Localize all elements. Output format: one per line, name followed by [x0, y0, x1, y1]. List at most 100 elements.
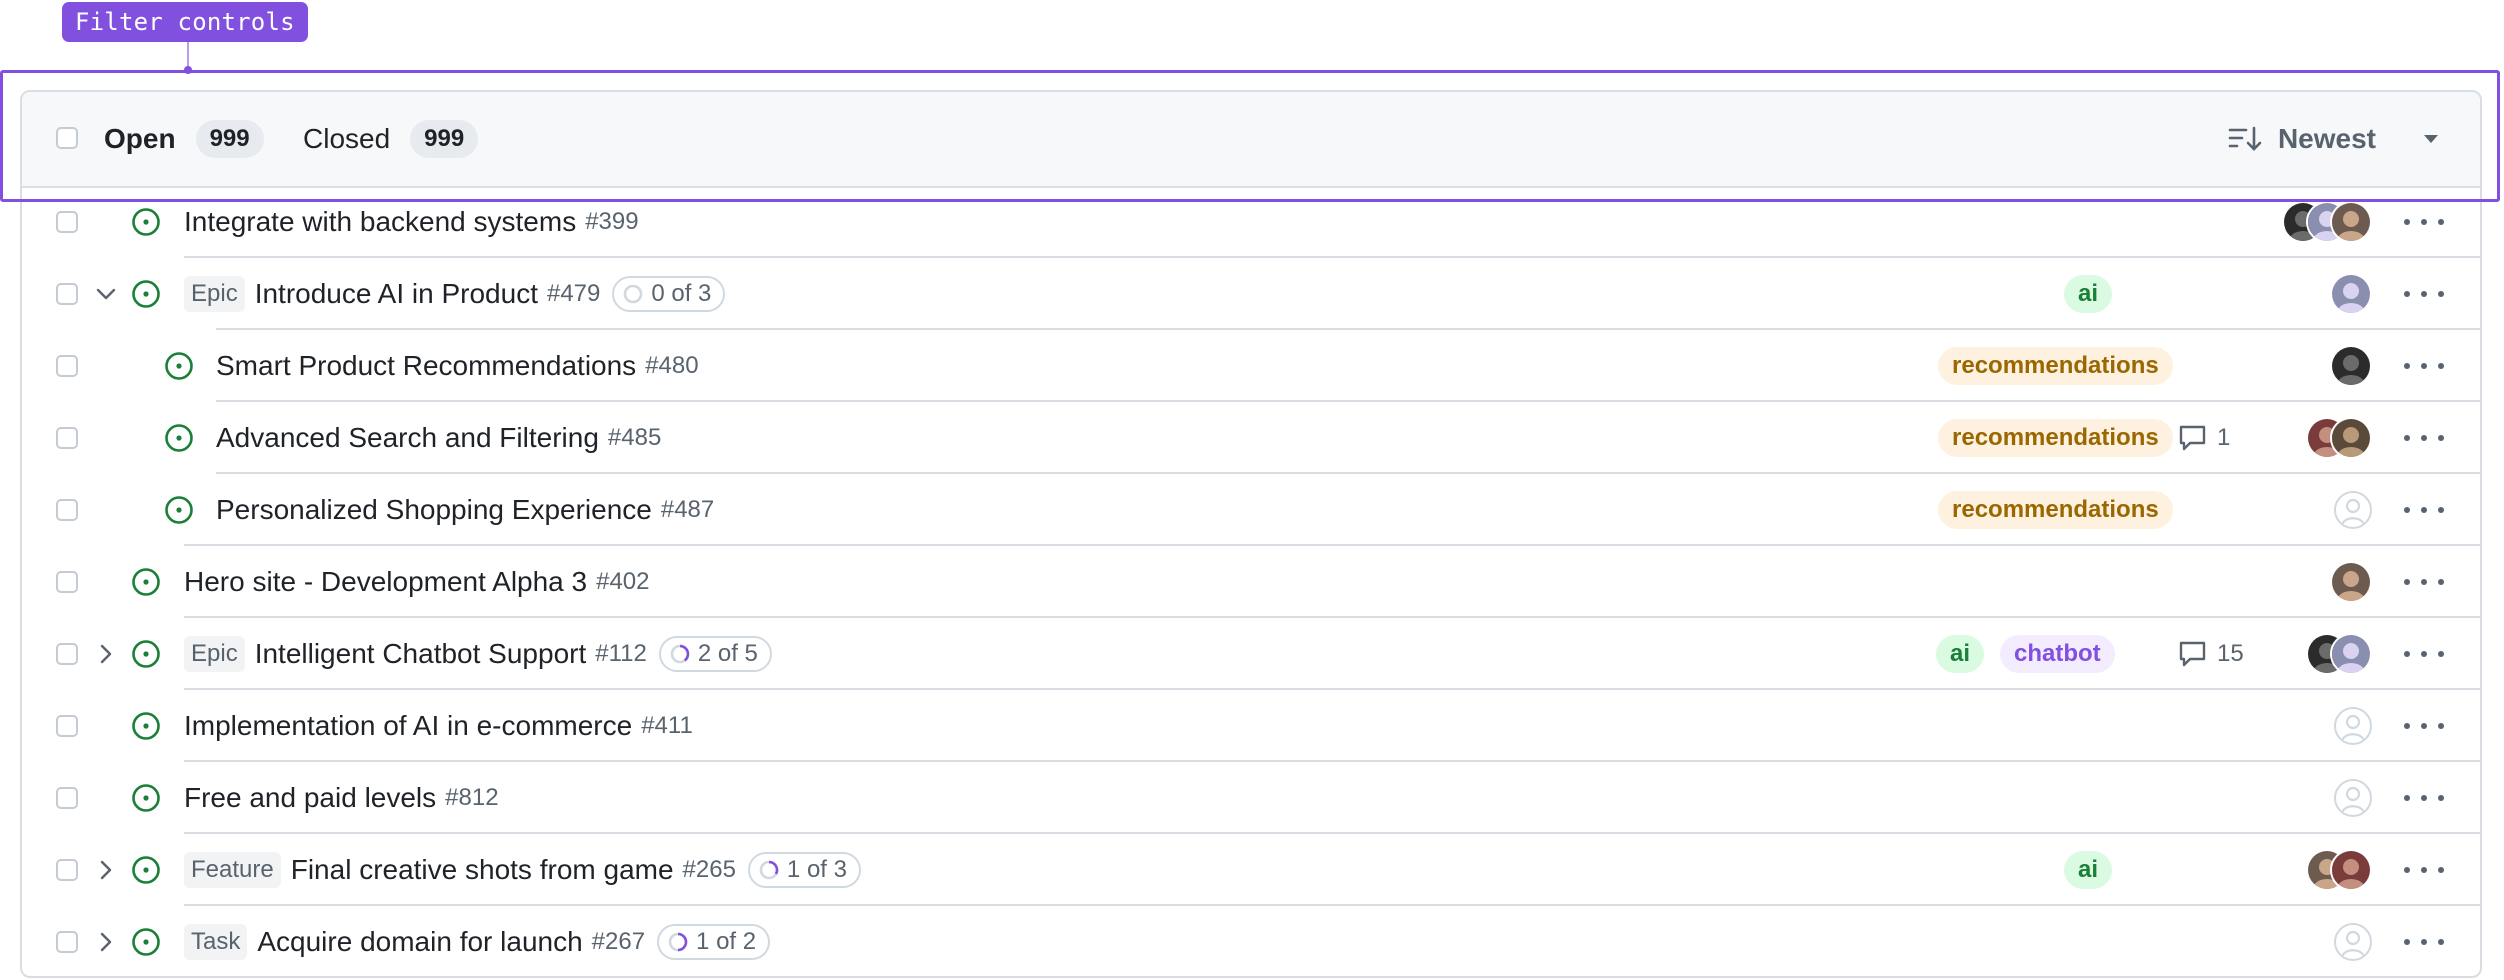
issue-title-link[interactable]: Introduce AI in Product: [255, 278, 538, 310]
chevron-down-icon[interactable]: [92, 280, 120, 308]
issue-open-icon: [132, 280, 160, 308]
issue-title-link[interactable]: Acquire domain for launch: [257, 926, 582, 958]
row-checkbox[interactable]: [56, 643, 78, 665]
closed-tab-label: Closed: [303, 123, 391, 154]
issue-row[interactable]: Advanced Search and Filtering #485 recomme…: [22, 402, 2480, 474]
assignees[interactable]: [2306, 849, 2372, 891]
row-checkbox[interactable]: [56, 499, 78, 521]
kebab-horizontal-icon[interactable]: [2404, 855, 2444, 885]
issue-title-group: Epic Intelligent Chatbot Support #112 2 of …: [184, 636, 772, 672]
sub-issue-progress[interactable]: 0 of 3: [612, 276, 726, 312]
issue-title-link[interactable]: Integrate with backend systems: [184, 206, 576, 238]
comment-icon: [2179, 425, 2206, 451]
assignees[interactable]: [2330, 561, 2372, 603]
issue-number: #411: [641, 712, 693, 739]
sort-dropdown[interactable]: Newest: [2228, 116, 2440, 162]
label-ai[interactable]: ai: [2064, 851, 2113, 889]
issue-row[interactable]: Task Acquire domain for launch #267 1 of 2: [22, 906, 2480, 976]
label-recommendations[interactable]: recommendations: [1938, 491, 2173, 529]
sub-issue-progress[interactable]: 1 of 3: [747, 852, 861, 888]
issue-number: #487: [660, 496, 715, 523]
issue-title-group: Free and paid levels #812: [184, 782, 499, 814]
assignees[interactable]: [2334, 491, 2372, 529]
kebab-horizontal-icon[interactable]: [2404, 711, 2444, 741]
issue-open-icon: [165, 352, 193, 380]
row-checkbox[interactable]: [56, 787, 78, 809]
row-checkbox[interactable]: [56, 715, 78, 737]
issue-open-icon: [132, 640, 160, 668]
caret-down-icon: [2424, 135, 2438, 143]
row-checkbox[interactable]: [56, 931, 78, 953]
issue-type-chip: Feature: [184, 852, 281, 888]
assignees[interactable]: [2330, 345, 2372, 387]
issue-open-icon: [132, 568, 160, 596]
assignees[interactable]: [2282, 201, 2372, 243]
kebab-horizontal-icon[interactable]: [2404, 207, 2444, 237]
row-checkbox[interactable]: [56, 859, 78, 881]
sub-issue-progress-text: 1 of 3: [786, 856, 847, 883]
sub-issue-progress[interactable]: 2 of 5: [658, 636, 772, 672]
sub-issue-progress-text: 2 of 5: [697, 640, 758, 667]
issue-row[interactable]: Implementation of AI in e-commerce #411: [22, 690, 2480, 762]
label-recommendations[interactable]: recommendations: [1938, 347, 2173, 385]
issue-title-group: Hero site - Development Alpha 3 #402: [184, 566, 650, 598]
assignees[interactable]: [2334, 779, 2372, 817]
assignees[interactable]: [2334, 707, 2372, 745]
open-issues-tab[interactable]: Open 999: [104, 116, 264, 162]
issue-title-group: Feature Final creative shots from game #26…: [184, 852, 861, 888]
issue-row[interactable]: Personalized Shopping Experience #487 reco…: [22, 474, 2480, 546]
issue-row[interactable]: Feature Final creative shots from game #26…: [22, 834, 2480, 906]
progress-ring-icon: [668, 932, 688, 952]
chevron-right-icon[interactable]: [92, 928, 120, 956]
issue-row[interactable]: Hero site - Development Alpha 3 #402: [22, 546, 2480, 618]
closed-issues-tab[interactable]: Closed 999: [303, 116, 479, 162]
avatar: [2330, 633, 2372, 675]
kebab-horizontal-icon[interactable]: [2404, 639, 2444, 669]
issue-open-icon: [132, 712, 160, 740]
row-checkbox[interactable]: [56, 427, 78, 449]
row-checkbox[interactable]: [56, 283, 78, 305]
kebab-horizontal-icon[interactable]: [2404, 783, 2444, 813]
comments-count[interactable]: 15: [2178, 640, 2244, 668]
assignees[interactable]: [2334, 923, 2372, 961]
label-ai[interactable]: ai: [2064, 275, 2113, 313]
row-checkbox[interactable]: [56, 211, 78, 233]
label-recommendations[interactable]: recommendations: [1938, 419, 2173, 457]
issue-title-link[interactable]: Final creative shots from game: [291, 854, 674, 886]
kebab-horizontal-icon[interactable]: [2404, 495, 2444, 525]
issue-title-link[interactable]: Implementation of AI in e-commerce: [184, 710, 632, 742]
issue-number: #479: [546, 280, 601, 307]
issue-title-link[interactable]: Hero site - Development Alpha 3: [184, 566, 587, 598]
issue-row[interactable]: Smart Product Recommendations #480 recomme…: [22, 330, 2480, 402]
issue-row[interactable]: Epic Introduce AI in Product #479 0 of 3 ai: [22, 258, 2480, 330]
row-checkbox[interactable]: [56, 571, 78, 593]
issue-title-link[interactable]: Intelligent Chatbot Support: [255, 638, 587, 670]
issue-title-link[interactable]: Advanced Search and Filtering: [216, 422, 599, 454]
label-chatbot[interactable]: chatbot: [2000, 635, 2115, 673]
select-all-checkbox[interactable]: [56, 127, 78, 149]
kebab-horizontal-icon[interactable]: [2404, 567, 2444, 597]
chevron-right-icon[interactable]: [92, 856, 120, 884]
issue-title-link[interactable]: Free and paid levels: [184, 782, 436, 814]
row-checkbox[interactable]: [56, 355, 78, 377]
issue-row[interactable]: Integrate with backend systems #399: [22, 186, 2480, 258]
kebab-horizontal-icon[interactable]: [2404, 423, 2444, 453]
sub-issue-progress-text: 1 of 2: [696, 928, 757, 955]
issue-row[interactable]: Epic Intelligent Chatbot Support #112 2 of …: [22, 618, 2480, 690]
kebab-horizontal-icon[interactable]: [2404, 927, 2444, 957]
sub-issue-progress[interactable]: 1 of 2: [657, 924, 771, 960]
sort-icon: [2228, 126, 2262, 151]
avatar: [2330, 849, 2372, 891]
assignees[interactable]: [2306, 417, 2372, 459]
issue-title-group: Personalized Shopping Experience #487: [216, 494, 714, 526]
label-ai[interactable]: ai: [1936, 635, 1985, 673]
chevron-right-icon[interactable]: [92, 640, 120, 668]
kebab-horizontal-icon[interactable]: [2404, 351, 2444, 381]
kebab-horizontal-icon[interactable]: [2404, 279, 2444, 309]
issue-row[interactable]: Free and paid levels #812: [22, 762, 2480, 834]
assignees[interactable]: [2306, 633, 2372, 675]
comments-count[interactable]: 1: [2178, 424, 2230, 452]
issue-title-link[interactable]: Personalized Shopping Experience: [216, 494, 652, 526]
assignees[interactable]: [2330, 273, 2372, 315]
issue-title-link[interactable]: Smart Product Recommendations: [216, 350, 636, 382]
